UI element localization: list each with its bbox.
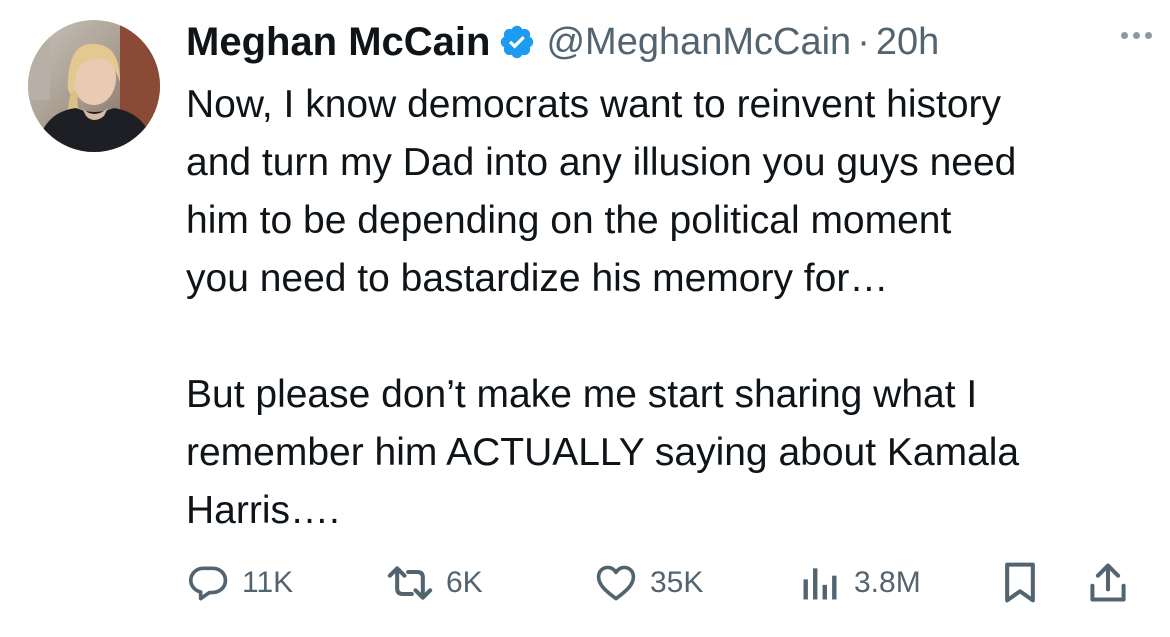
views-chart-icon: [798, 561, 842, 605]
views-count: 3.8M: [854, 566, 921, 599]
more-options-icon[interactable]: [1117, 26, 1156, 45]
views-button[interactable]: 3.8M: [798, 558, 921, 608]
avatar[interactable]: [28, 20, 160, 152]
bookmark-icon: [998, 560, 1042, 606]
tweet-text: Now, I know democrats want to reinvent h…: [186, 76, 1156, 540]
tweet-text-line: and turn my Dad into any illusion you gu…: [186, 141, 1017, 184]
tweet-timestamp[interactable]: 20h: [876, 21, 939, 64]
more-dot: [1145, 32, 1152, 39]
tweet-content: Meghan McCain @MeghanMcCain · 20h Now, I…: [186, 12, 1156, 540]
reply-count: 11K: [242, 566, 294, 599]
tweet-text-line: him to be depending on the political mom…: [186, 199, 952, 242]
repost-count: 6K: [446, 566, 483, 599]
heart-icon: [594, 561, 638, 605]
tweet-text-line: remember him ACTUALLY saying about Kamal…: [186, 431, 1020, 474]
user-handle[interactable]: @MeghanMcCain: [546, 21, 851, 64]
repost-button[interactable]: 6K: [386, 558, 483, 608]
repost-icon: [386, 561, 434, 605]
separator-dot: ·: [857, 20, 870, 63]
share-button[interactable]: [1086, 558, 1130, 608]
tweet-text-line: Now, I know democrats want to reinvent h…: [186, 83, 1002, 126]
tweet-text-line: you need to bastardize his memory for…: [186, 257, 889, 300]
tweet-text-line: Harris….: [186, 489, 340, 532]
share-icon: [1086, 560, 1130, 606]
like-count: 35K: [650, 566, 704, 599]
display-name[interactable]: Meghan McCain: [186, 20, 490, 65]
tweet-text-line: But please don’t make me start sharing w…: [186, 373, 978, 416]
tweet-actions-bar: 11K 6K 35K 3.8M: [186, 558, 1136, 608]
bookmark-button[interactable]: [998, 558, 1042, 608]
tweet-header: Meghan McCain @MeghanMcCain · 20h: [186, 12, 1156, 72]
tweet[interactable]: Meghan McCain @MeghanMcCain · 20h Now, I…: [0, 0, 1170, 637]
like-button[interactable]: 35K: [594, 558, 703, 608]
more-dot: [1133, 32, 1140, 39]
reply-button[interactable]: 11K: [186, 558, 293, 608]
reply-icon: [186, 561, 230, 605]
more-dot: [1121, 32, 1128, 39]
verified-badge-icon[interactable]: [498, 23, 536, 61]
